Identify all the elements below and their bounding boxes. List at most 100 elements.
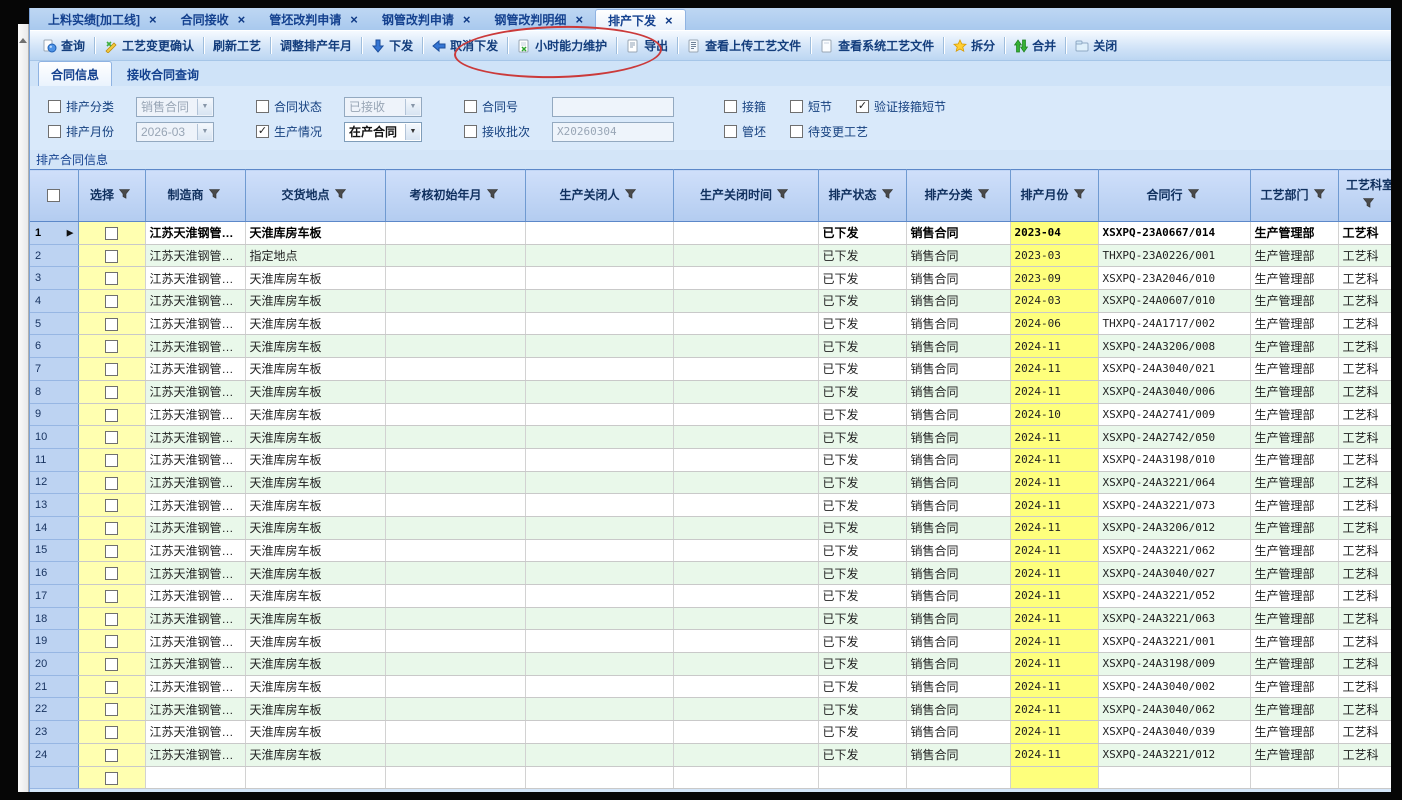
delivery-place-cell[interactable]: 天淮库房车板	[245, 539, 385, 562]
assess-start-month-cell[interactable]	[385, 630, 525, 653]
scheduling-status-cell[interactable]: 已下发	[818, 426, 906, 449]
filter-pipe-billet-checkbox[interactable]	[724, 125, 737, 138]
delivery-place-cell[interactable]: 天淮库房车板	[245, 380, 385, 403]
delivery-place-cell[interactable]: 天淮库房车板	[245, 516, 385, 539]
process-office-cell[interactable]: 工艺科	[1338, 721, 1391, 744]
view-system-process-files-button[interactable]: 查看系统工艺文件	[813, 34, 941, 58]
column-header-contract-line[interactable]: 合同行	[1098, 170, 1250, 222]
contract-line-cell[interactable]	[1098, 766, 1250, 789]
contract-line-cell[interactable]: XSXPQ-24A3040/039	[1098, 721, 1250, 744]
production-closer-cell[interactable]	[525, 358, 673, 381]
funnel-icon[interactable]	[335, 189, 349, 203]
contract-line-cell[interactable]: XSXPQ-24A3221/064	[1098, 471, 1250, 494]
process-office-cell[interactable]	[1338, 766, 1391, 789]
filter-scheduling-month-checkbox[interactable]	[48, 125, 61, 138]
row-select-cell[interactable]	[78, 698, 145, 721]
scheduling-status-cell[interactable]: 已下发	[818, 607, 906, 630]
contract-line-cell[interactable]: XSXPQ-24A2742/050	[1098, 426, 1250, 449]
row-select-cell[interactable]	[78, 630, 145, 653]
row-number-cell[interactable]: 9	[30, 403, 78, 426]
scheduling-month-cell[interactable]: 2024-11	[1010, 494, 1098, 517]
funnel-icon[interactable]	[119, 189, 133, 203]
row-checkbox[interactable]	[105, 250, 118, 263]
refresh-process-button[interactable]: 刷新工艺	[206, 34, 268, 58]
chevron-down-icon[interactable]: ▼	[405, 124, 420, 140]
tab-close-icon[interactable]: ×	[350, 13, 358, 26]
row-select-cell[interactable]	[78, 403, 145, 426]
production-closer-cell[interactable]	[525, 222, 673, 245]
assess-start-month-cell[interactable]	[385, 312, 525, 335]
manufacturer-cell[interactable]: 江苏天淮钢管…	[145, 607, 245, 630]
row-number-cell[interactable]: 17	[30, 585, 78, 608]
row-number-cell[interactable]: 24	[30, 743, 78, 766]
row-checkbox[interactable]	[105, 635, 118, 648]
process-office-cell[interactable]: 工艺科	[1338, 448, 1391, 471]
row-number-cell[interactable]	[30, 766, 78, 789]
production-close-time-cell[interactable]	[673, 743, 818, 766]
funnel-icon[interactable]	[777, 189, 791, 203]
row-checkbox[interactable]	[105, 567, 118, 580]
scheduling-category-cell[interactable]: 销售合同	[906, 222, 1010, 245]
subtab-received-contract-query[interactable]: 接收合同查询	[115, 62, 211, 86]
scheduling-status-cell[interactable]: 已下发	[818, 244, 906, 267]
scheduling-status-cell[interactable]: 已下发	[818, 653, 906, 676]
process-dept-cell[interactable]: 生产管理部	[1250, 675, 1338, 698]
scheduling-category-cell[interactable]: 销售合同	[906, 290, 1010, 313]
scheduling-month-cell[interactable]: 2024-11	[1010, 607, 1098, 630]
query-button[interactable]: 查询	[36, 34, 92, 58]
assess-start-month-cell[interactable]	[385, 335, 525, 358]
row-checkbox[interactable]	[105, 658, 118, 671]
manufacturer-cell[interactable]: 江苏天淮钢管…	[145, 585, 245, 608]
process-dept-cell[interactable]: 生产管理部	[1250, 335, 1338, 358]
row-checkbox[interactable]	[105, 340, 118, 353]
manufacturer-cell[interactable]: 江苏天淮钢管…	[145, 516, 245, 539]
row-select-cell[interactable]	[78, 516, 145, 539]
production-closer-cell[interactable]	[525, 494, 673, 517]
contract-line-cell[interactable]: XSXPQ-24A3040/002	[1098, 675, 1250, 698]
process-dept-cell[interactable]: 生产管理部	[1250, 721, 1338, 744]
select-all-checkbox[interactable]	[47, 189, 60, 202]
scheduling-status-cell[interactable]: 已下发	[818, 471, 906, 494]
row-number-cell[interactable]: 20	[30, 653, 78, 676]
row-select-cell[interactable]	[78, 675, 145, 698]
process-office-cell[interactable]: 工艺科	[1338, 312, 1391, 335]
dispatch-button[interactable]: 下发	[364, 34, 420, 58]
delivery-place-cell[interactable]: 天淮库房车板	[245, 607, 385, 630]
scheduling-status-cell[interactable]	[818, 766, 906, 789]
assess-start-month-cell[interactable]	[385, 585, 525, 608]
process-dept-cell[interactable]: 生产管理部	[1250, 585, 1338, 608]
contract-line-cell[interactable]: XSXPQ-24A3221/063	[1098, 607, 1250, 630]
manufacturer-cell[interactable]: 江苏天淮钢管…	[145, 721, 245, 744]
contract-line-cell[interactable]: XSXPQ-24A3198/009	[1098, 653, 1250, 676]
delivery-place-cell[interactable]: 天淮库房车板	[245, 358, 385, 381]
filter-short-joint-checkbox[interactable]	[790, 100, 803, 113]
row-number-cell[interactable]: 6	[30, 335, 78, 358]
funnel-icon[interactable]	[1188, 189, 1202, 203]
production-close-time-cell[interactable]	[673, 698, 818, 721]
scheduling-category-cell[interactable]: 销售合同	[906, 494, 1010, 517]
production-close-time-cell[interactable]	[673, 244, 818, 267]
row-checkbox[interactable]	[105, 386, 118, 399]
contract-line-cell[interactable]: XSXPQ-24A2741/009	[1098, 403, 1250, 426]
delivery-place-cell[interactable]: 天淮库房车板	[245, 267, 385, 290]
process-office-cell[interactable]: 工艺科	[1338, 290, 1391, 313]
scheduling-category-cell[interactable]: 销售合同	[906, 426, 1010, 449]
delivery-place-cell[interactable]: 天淮库房车板	[245, 562, 385, 585]
scheduling-month-cell[interactable]: 2024-03	[1010, 290, 1098, 313]
process-dept-cell[interactable]: 生产管理部	[1250, 743, 1338, 766]
process-dept-cell[interactable]: 生产管理部	[1250, 312, 1338, 335]
production-closer-cell[interactable]	[525, 630, 673, 653]
column-header-production-closer[interactable]: 生产关闭人	[525, 170, 673, 222]
delivery-place-cell[interactable]: 天淮库房车板	[245, 426, 385, 449]
contract-line-cell[interactable]: THXPQ-23A0226/001	[1098, 244, 1250, 267]
scheduling-month-cell[interactable]: 2024-11	[1010, 448, 1098, 471]
row-number-cell[interactable]: 7	[30, 358, 78, 381]
production-close-time-cell[interactable]	[673, 516, 818, 539]
process-office-cell[interactable]: 工艺科	[1338, 698, 1391, 721]
delivery-place-cell[interactable]: 天淮库房车板	[245, 585, 385, 608]
scheduling-status-cell[interactable]: 已下发	[818, 539, 906, 562]
assess-start-month-cell[interactable]	[385, 653, 525, 676]
process-dept-cell[interactable]: 生产管理部	[1250, 539, 1338, 562]
scheduling-month-cell[interactable]: 2023-03	[1010, 244, 1098, 267]
scheduling-month-cell[interactable]: 2024-11	[1010, 335, 1098, 358]
